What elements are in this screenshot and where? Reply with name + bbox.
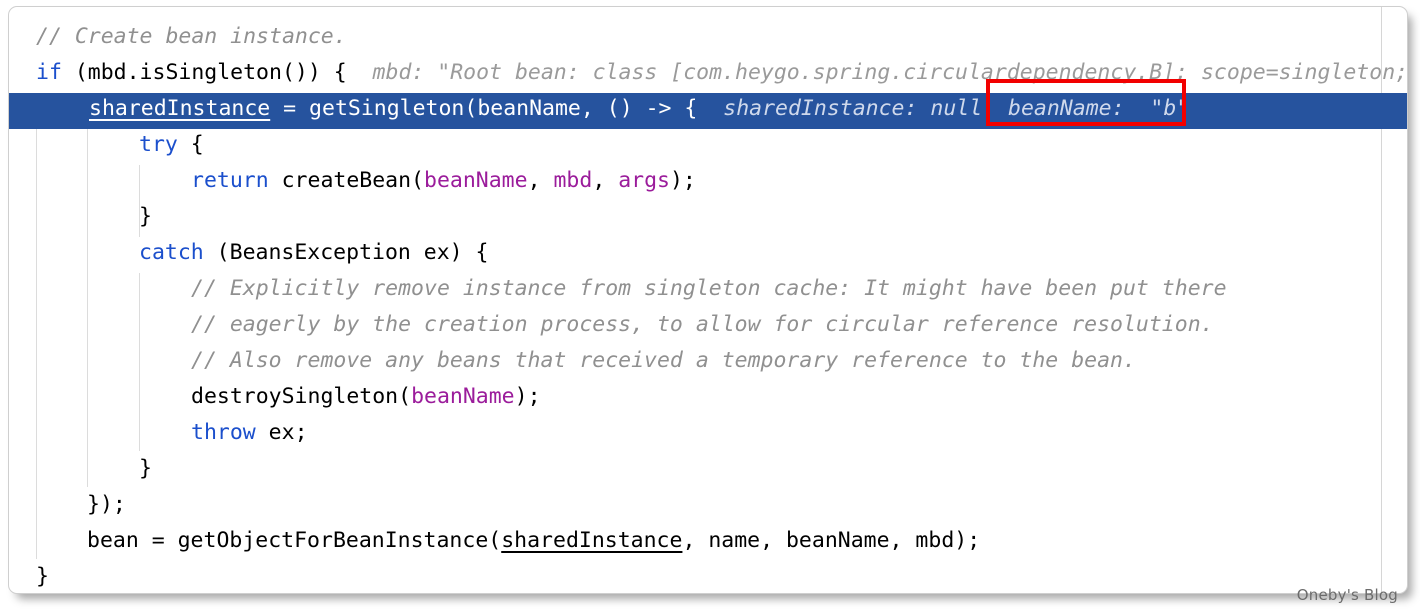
code-token: }); [87, 492, 126, 517]
code-token: bean = getObjectForBeanInstance( [87, 528, 502, 553]
code-line[interactable]: } [9, 451, 152, 487]
code-line[interactable]: return createBean(beanName, mbd, args); [9, 163, 696, 199]
code-token: ex; [255, 420, 308, 445]
code-token: } [139, 204, 152, 229]
code-token: (BeansException ex) { [203, 240, 489, 265]
code-token: sharedInstance [89, 96, 271, 121]
code-comment: // Explicitly remove instance from singl… [191, 276, 1227, 301]
code-line[interactable]: // Explicitly remove instance from singl… [9, 271, 1227, 307]
code-token: ); [514, 384, 541, 409]
code-line[interactable]: bean = getObjectForBeanInstance(sharedIn… [9, 523, 980, 559]
code-parameter: beanName [424, 168, 528, 193]
code-viewport[interactable]: // Create bean instance. if (mbd.isSingle… [9, 7, 1407, 593]
code-parameter: mbd [553, 168, 593, 193]
code-token: } [36, 564, 49, 589]
code-line[interactable]: throw ex; [9, 415, 308, 451]
code-line[interactable]: } [9, 199, 152, 235]
code-keyword: try [139, 132, 178, 157]
code-line[interactable]: if (mbd.isSingleton()) { mbd: "Root bean… [9, 55, 1407, 91]
code-token: createBean( [268, 168, 425, 193]
code-line[interactable]: catch (BeansException ex) { [9, 235, 489, 271]
code-token: , [527, 168, 554, 193]
inline-debug-hint[interactable]: mbd: "Root bean: class [com.heygo.spring… [347, 60, 1407, 85]
code-keyword: if [36, 60, 62, 85]
code-comment: // Also remove any beans that received a… [191, 348, 1136, 373]
code-token: { [177, 132, 204, 157]
code-comment: // Create bean instance. [36, 24, 347, 49]
code-line[interactable]: }); [9, 487, 126, 523]
code-line[interactable]: } [9, 559, 49, 593]
code-line[interactable]: try { [9, 127, 204, 163]
code-editor-card: // Create bean instance. if (mbd.isSingle… [8, 6, 1408, 594]
code-token: ); [669, 168, 696, 193]
code-line[interactable]: // Create bean instance. [9, 19, 347, 55]
screenshot-root: // Create bean instance. if (mbd.isSingle… [0, 0, 1420, 610]
code-parameter: beanName [411, 384, 515, 409]
code-token: } [139, 456, 152, 481]
code-token: , name, beanName, mbd); [682, 528, 981, 553]
code-token: (mbd.isSingleton()) { [61, 60, 347, 85]
inline-debug-hint[interactable]: sharedInstance: null [697, 96, 982, 121]
code-comment: // eagerly by the creation process, to a… [191, 312, 1214, 337]
code-keyword: return [191, 168, 269, 193]
watermark-label: Oneby's Blog [1296, 586, 1398, 604]
code-line[interactable]: destroySingleton(beanName); [9, 379, 541, 415]
code-line[interactable]: // eagerly by the creation process, to a… [9, 307, 1214, 343]
code-token: sharedInstance [501, 528, 683, 553]
code-keyword: catch [139, 240, 204, 265]
code-token: , [592, 168, 619, 193]
code-line[interactable]: // Also remove any beans that received a… [9, 343, 1136, 379]
code-keyword: throw [191, 420, 256, 445]
code-token: destroySingleton( [191, 384, 412, 409]
code-token: = getSingleton(beanName, () -> { [270, 96, 698, 121]
code-parameter: args [618, 168, 670, 193]
annotation-rectangle [986, 79, 1186, 126]
